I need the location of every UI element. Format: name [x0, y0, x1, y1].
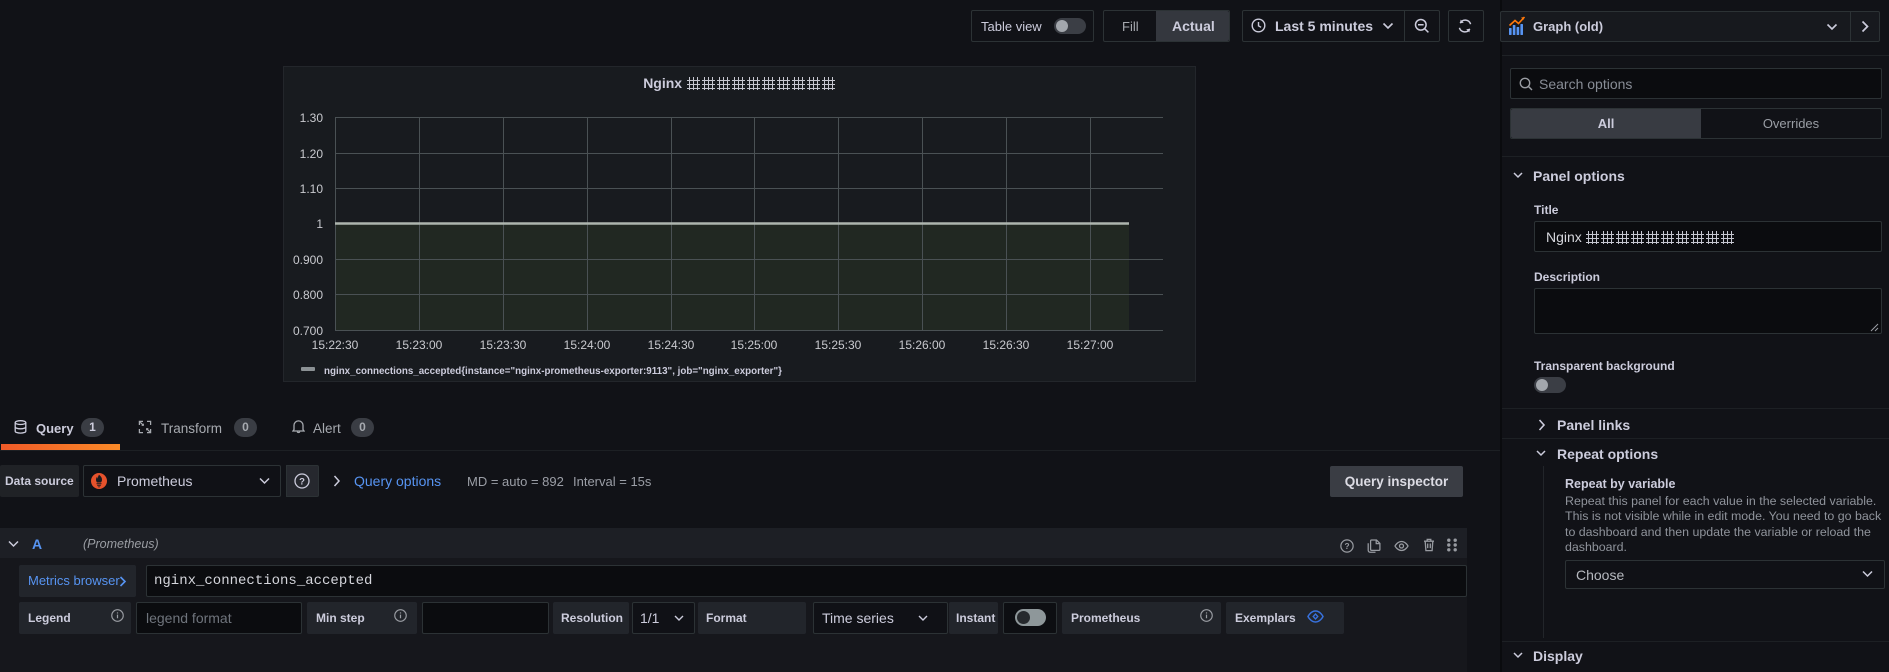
svg-text:0.800: 0.800 [293, 288, 323, 302]
svg-text:15:24:30: 15:24:30 [648, 338, 695, 352]
svg-text:1.10: 1.10 [300, 182, 324, 196]
svg-text:15:24:00: 15:24:00 [564, 338, 611, 352]
svg-text:15:25:30: 15:25:30 [815, 338, 862, 352]
svg-text:?: ? [299, 477, 305, 488]
svg-text:15:25:00: 15:25:00 [731, 338, 778, 352]
svg-text:1.30: 1.30 [300, 111, 324, 125]
svg-text:0.700: 0.700 [293, 324, 323, 338]
svg-text:15:27:00: 15:27:00 [1067, 338, 1114, 352]
svg-text:?: ? [1344, 541, 1349, 551]
svg-text:15:23:30: 15:23:30 [480, 338, 527, 352]
svg-text:1.20: 1.20 [300, 147, 324, 161]
svg-text:nginx_connections_accepted{ins: nginx_connections_accepted{instance="ngi… [324, 366, 782, 377]
svg-text:15:26:30: 15:26:30 [983, 338, 1030, 352]
svg-text:15:26:00: 15:26:00 [899, 338, 946, 352]
svg-text:0.900: 0.900 [293, 253, 323, 267]
svg-text:15:23:00: 15:23:00 [396, 338, 443, 352]
svg-text:15:22:30: 15:22:30 [312, 338, 359, 352]
svg-text:1: 1 [316, 217, 323, 231]
